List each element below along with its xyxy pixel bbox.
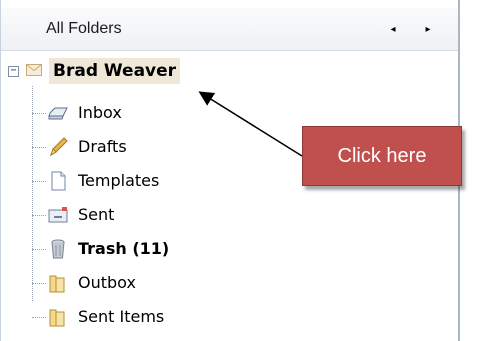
click-here-callout: Click here — [302, 126, 462, 186]
callout-text: Click here — [337, 144, 427, 167]
